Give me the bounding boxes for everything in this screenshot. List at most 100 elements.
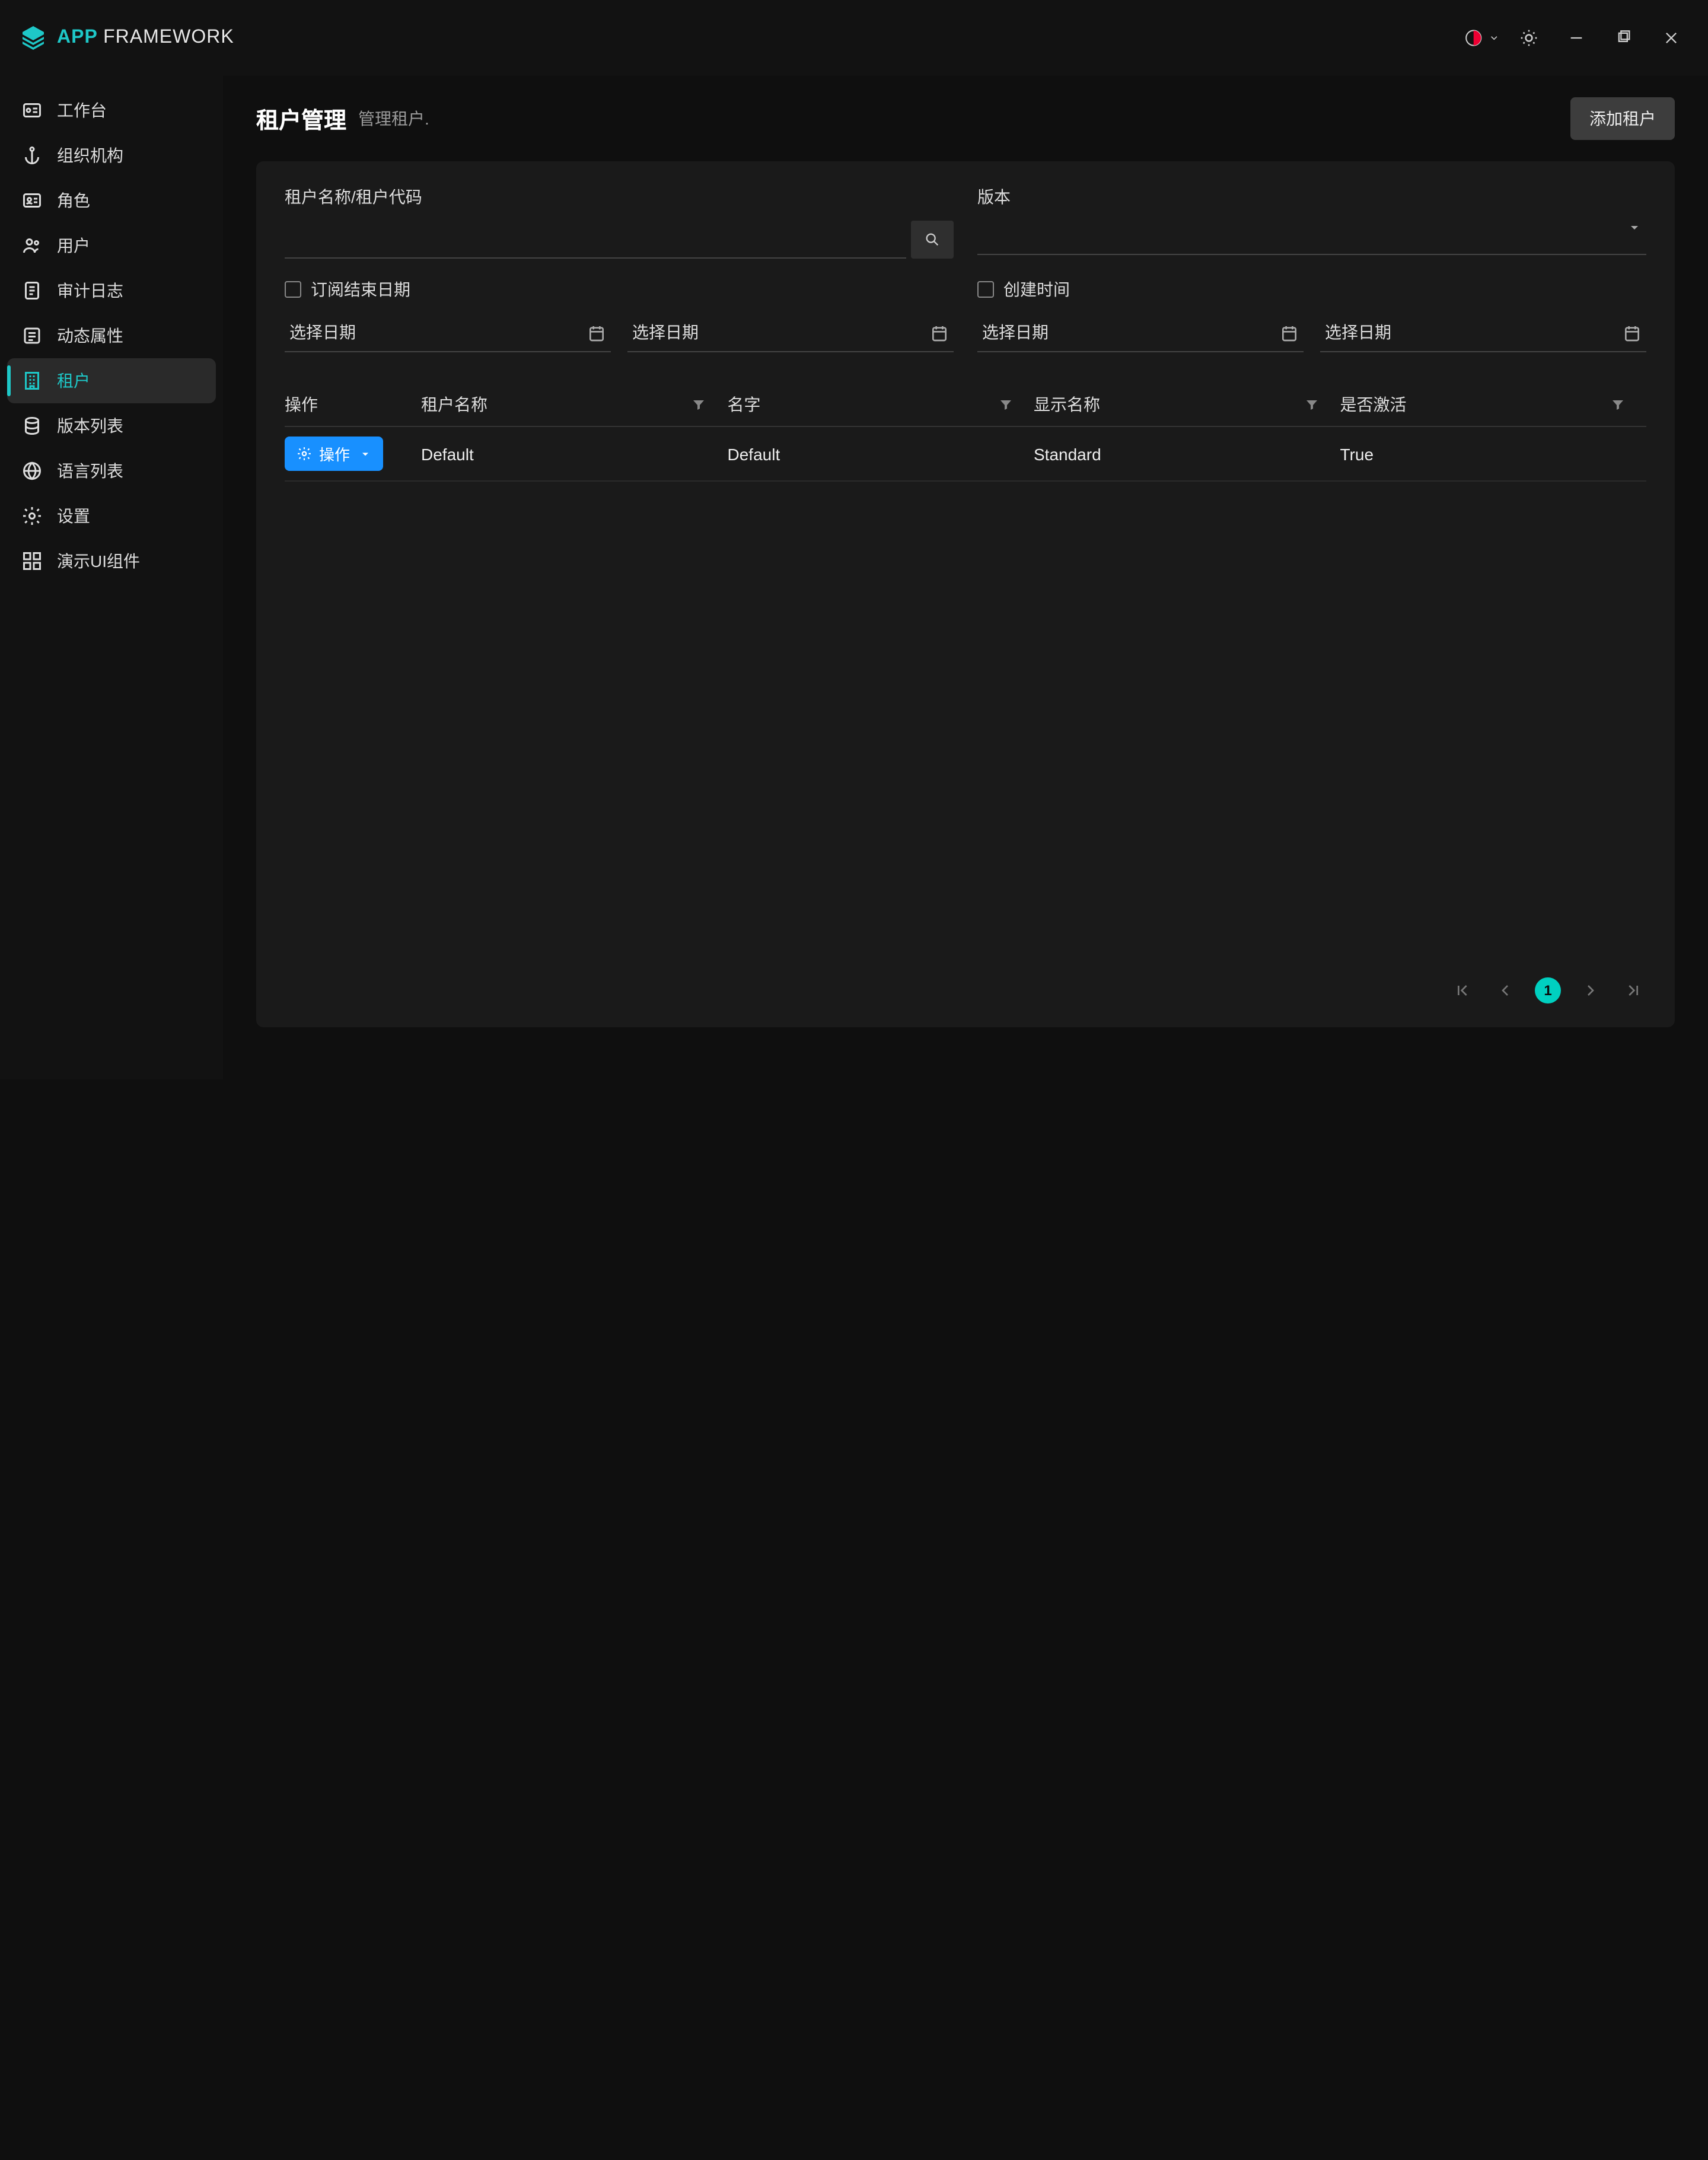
filter-icon[interactable] <box>692 397 728 412</box>
sub-end-checkbox[interactable] <box>285 281 301 298</box>
sidebar-item-label: 动态属性 <box>57 324 123 348</box>
sidebar-item-label: 用户 <box>57 234 90 257</box>
filter-created: 创建时间 选择日期 选择日期 <box>977 278 1646 352</box>
action-label: 操作 <box>319 442 350 465</box>
close-icon <box>1663 30 1680 46</box>
sidebar-item-label: 版本列表 <box>57 414 123 438</box>
filter-edition: 版本 <box>977 185 1646 259</box>
sun-icon <box>1519 28 1538 47</box>
add-tenant-button[interactable]: 添加租户 <box>1570 97 1675 140</box>
sidebar-item-label: 演示UI组件 <box>57 549 140 573</box>
th-display-name[interactable]: 显示名称 <box>1034 393 1340 416</box>
th-label: 是否激活 <box>1340 393 1407 416</box>
sidebar-item-demo-ui[interactable]: 演示UI组件 <box>7 539 216 584</box>
window-close-button[interactable] <box>1653 20 1689 56</box>
filter-tenant-name: 租户名称/租户代码 <box>285 185 954 259</box>
filter-sub-end: 订阅结束日期 选择日期 选择日期 <box>285 278 954 352</box>
sidebar-item-roles[interactable]: 角色 <box>7 178 216 223</box>
cell-name: Default <box>728 444 1034 463</box>
filter-label: 租户名称/租户代码 <box>285 185 954 209</box>
filter-label: 创建时间 <box>1003 278 1070 301</box>
edition-select[interactable] <box>977 221 1646 255</box>
sub-end-date-from[interactable]: 选择日期 <box>285 313 611 352</box>
caret-down-icon <box>359 448 371 460</box>
th-name[interactable]: 名字 <box>728 393 1034 416</box>
created-checkbox[interactable] <box>977 281 994 298</box>
tenants-table: 操作 租户名称 名字 显示名称 是否激活 <box>285 383 1646 482</box>
components-icon <box>21 550 43 572</box>
minimize-icon <box>1568 30 1585 46</box>
id-icon <box>21 190 43 211</box>
pager-last-button[interactable] <box>1620 977 1646 1003</box>
app-logo: APP FRAMEWORK <box>19 24 234 52</box>
sidebar-item-label: 工作台 <box>57 98 107 122</box>
sidebar-item-editions[interactable]: 版本列表 <box>7 403 216 448</box>
cell-tenant-name: Default <box>421 444 728 463</box>
tenant-search-input[interactable] <box>285 221 906 259</box>
pager-first-button[interactable] <box>1449 977 1476 1003</box>
row-action-button[interactable]: 操作 <box>285 437 383 471</box>
window-minimize-button[interactable] <box>1559 20 1594 56</box>
table-header: 操作 租户名称 名字 显示名称 是否激活 <box>285 383 1646 427</box>
filter-label: 版本 <box>977 185 1646 209</box>
pagination: 1 <box>285 954 1646 1003</box>
theme-toggle-button[interactable] <box>1511 20 1547 56</box>
content-card: 租户名称/租户代码 版本 <box>256 161 1675 1027</box>
globe-icon <box>21 460 43 482</box>
created-date-from[interactable]: 选择日期 <box>977 313 1304 352</box>
pager-next-button[interactable] <box>1578 977 1604 1003</box>
logo-icon <box>19 24 47 52</box>
date-placeholder: 选择日期 <box>285 313 611 352</box>
language-switcher[interactable] <box>1464 20 1499 56</box>
window-maximize-button[interactable] <box>1606 20 1642 56</box>
page-title: 租户管理 <box>256 103 346 135</box>
page-header: 租户管理 管理租户. 添加租户 <box>256 97 1675 140</box>
dashboard-icon <box>21 100 43 121</box>
stack-icon <box>21 415 43 437</box>
sidebar: 工作台 组织机构 角色 用户 审计日志 动态属性 租户 版本列表 <box>0 76 223 1079</box>
pager-prev-button[interactable] <box>1492 977 1518 1003</box>
th-label: 名字 <box>728 393 761 416</box>
search-button[interactable] <box>911 221 954 259</box>
sidebar-item-languages[interactable]: 语言列表 <box>7 448 216 493</box>
cell-display-name: Standard <box>1034 444 1340 463</box>
caret-down-icon <box>1488 32 1499 44</box>
th-label: 操作 <box>285 393 318 416</box>
page-subtitle: 管理租户. <box>358 107 429 130</box>
filter-icon[interactable] <box>998 397 1034 412</box>
form-icon <box>21 325 43 346</box>
maximize-icon <box>1615 30 1632 46</box>
sidebar-item-label: 语言列表 <box>57 459 123 483</box>
titlebar: APP FRAMEWORK <box>0 0 1708 76</box>
sidebar-item-settings[interactable]: 设置 <box>7 493 216 539</box>
created-date-to[interactable]: 选择日期 <box>1320 313 1646 352</box>
users-icon <box>21 235 43 256</box>
search-icon <box>924 231 941 248</box>
sidebar-item-users[interactable]: 用户 <box>7 223 216 268</box>
cell-active: True <box>1340 444 1647 463</box>
sidebar-item-tenants[interactable]: 租户 <box>7 358 216 403</box>
sidebar-item-dynamic-props[interactable]: 动态属性 <box>7 313 216 358</box>
globe-pie-icon <box>1464 27 1483 49</box>
pager-page-current[interactable]: 1 <box>1535 977 1561 1003</box>
th-tenant-name[interactable]: 租户名称 <box>421 393 728 416</box>
main-content: 租户管理 管理租户. 添加租户 租户名称/租户代码 版本 <box>223 76 1708 1079</box>
sidebar-item-label: 审计日志 <box>57 279 123 302</box>
sidebar-item-label: 租户 <box>57 369 90 393</box>
logo-framework: FRAMEWORK <box>103 27 234 47</box>
titlebar-actions <box>1464 20 1689 56</box>
sub-end-date-to[interactable]: 选择日期 <box>627 313 954 352</box>
th-label: 租户名称 <box>421 393 487 416</box>
sidebar-item-dashboard[interactable]: 工作台 <box>7 88 216 133</box>
anchor-icon <box>21 145 43 166</box>
logo-text: APP FRAMEWORK <box>57 27 234 49</box>
filter-icon[interactable] <box>1305 397 1340 412</box>
filter-icon[interactable] <box>1611 397 1646 412</box>
sidebar-item-audit[interactable]: 审计日志 <box>7 268 216 313</box>
building-icon <box>21 370 43 391</box>
filter-label: 订阅结束日期 <box>311 278 410 301</box>
sidebar-item-org[interactable]: 组织机构 <box>7 133 216 178</box>
th-active[interactable]: 是否激活 <box>1340 393 1647 416</box>
sidebar-item-label: 设置 <box>57 504 90 528</box>
th-op: 操作 <box>285 393 421 416</box>
